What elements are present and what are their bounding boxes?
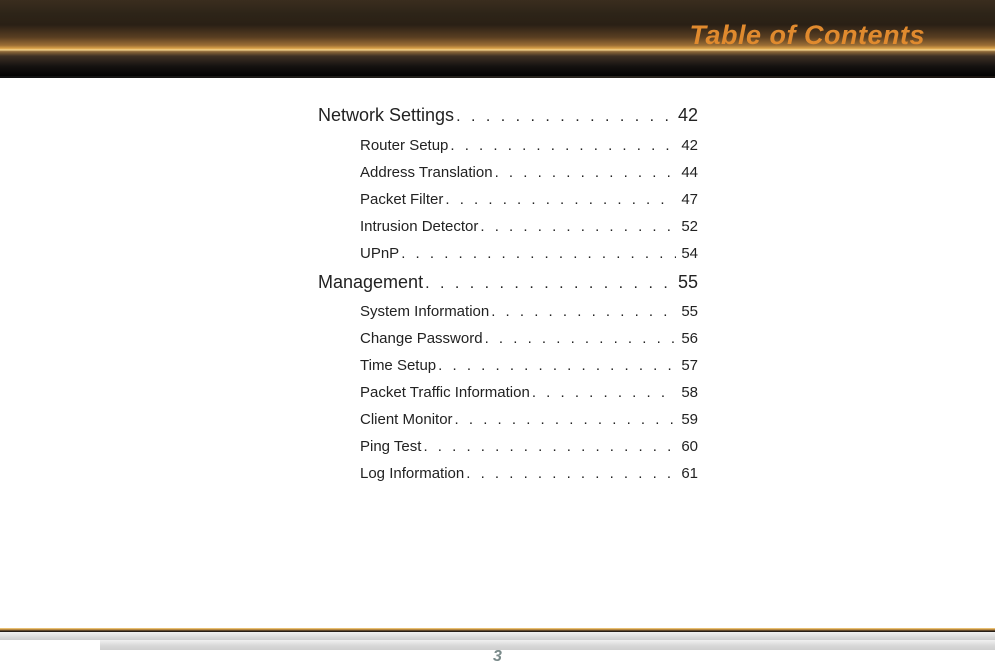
toc-leader: . . . . . . . . . . . . . . . . . . . . … [448,137,676,155]
toc-sub-page: 55 [676,303,698,321]
toc-leader: . . . . . . . . . . . . . . . . . . . . … [489,303,676,321]
toc-section-row: Network Settings . . . . . . . . . . . .… [318,105,698,127]
toc-sub-row: Change Password . . . . . . . . . . . . … [318,330,698,348]
toc-sub-row: Packet Filter . . . . . . . . . . . . . … [318,191,698,209]
toc-sub-title: Intrusion Detector [360,218,478,236]
toc-sub-page: 44 [676,164,698,182]
toc-sub-page: 56 [676,330,698,348]
page-title: Table of Contents [690,20,926,51]
toc-section-title: Network Settings [318,105,454,127]
toc-sub-page: 42 [676,137,698,155]
toc-sub-page: 54 [676,245,698,263]
header-band: Table of Contents [0,0,995,78]
toc-sub-title: Change Password [360,330,483,348]
toc-sub-title: Router Setup [360,137,448,155]
toc-sub-row: Log Information . . . . . . . . . . . . … [318,465,698,483]
toc-leader: . . . . . . . . . . . . . . . . . . . . … [454,107,676,126]
toc-container: Network Settings . . . . . . . . . . . .… [318,105,698,492]
toc-sub-row: Router Setup . . . . . . . . . . . . . .… [318,137,698,155]
toc-sub-title: Packet Filter [360,191,443,209]
toc-sub-row: System Information . . . . . . . . . . .… [318,303,698,321]
toc-section-row: Management . . . . . . . . . . . . . . .… [318,272,698,294]
header-underline [0,76,995,78]
toc-sub-title: Log Information [360,465,464,483]
toc-leader: . . . . . . . . . . . . . . . . . . . . … [443,191,676,209]
toc-leader: . . . . . . . . . . . . . . . . . . . . … [478,218,676,236]
toc-sub-title: Client Monitor [360,411,453,429]
toc-sub-title: Packet Traffic Information [360,384,530,402]
toc-sub-row: Packet Traffic Information . . . . . . .… [318,384,698,402]
toc-leader: . . . . . . . . . . . . . . . . . . . . … [483,330,676,348]
toc-sub-row: UPnP . . . . . . . . . . . . . . . . . .… [318,245,698,263]
toc-section-page: 55 [676,272,698,294]
toc-sub-row: Time Setup . . . . . . . . . . . . . . .… [318,357,698,375]
toc-sub-row: Intrusion Detector . . . . . . . . . . .… [318,218,698,236]
toc-leader: . . . . . . . . . . . . . . . . . . . . … [421,438,676,456]
toc-sub-title: UPnP [360,245,399,263]
toc-sub-title: Ping Test [360,438,421,456]
toc-leader: . . . . . . . . . . . . . . . . . . . . … [399,245,676,263]
toc-sub-title: Time Setup [360,357,436,375]
footer-rule [0,628,995,640]
toc-section-page: 42 [676,105,698,127]
toc-sub-page: 59 [676,411,698,429]
toc-sub-page: 52 [676,218,698,236]
toc-sub-page: 57 [676,357,698,375]
toc-leader: . . . . . . . . . . . . . . . . . . . . … [436,357,676,375]
toc-leader: . . . . . . . . . . . . . . . . . . . . … [464,465,676,483]
toc-leader: . . . . . . . . . . . . . . . . . . . . … [423,274,676,293]
toc-sub-title: Address Translation [360,164,493,182]
toc-leader: . . . . . . . . . . . . . . . . . . . . … [453,411,676,429]
page-number: 3 [0,648,995,666]
toc-leader: . . . . . . . . . . . . . . . . . . . . … [493,164,676,182]
toc-sub-page: 60 [676,438,698,456]
toc-sub-title: System Information [360,303,489,321]
toc-sub-row: Ping Test . . . . . . . . . . . . . . . … [318,438,698,456]
toc-sub-row: Client Monitor . . . . . . . . . . . . .… [318,411,698,429]
toc-sub-row: Address Translation . . . . . . . . . . … [318,164,698,182]
toc-sub-page: 58 [676,384,698,402]
toc-section-title: Management [318,272,423,294]
toc-sub-page: 61 [676,465,698,483]
toc-leader: . . . . . . . . . . . . . . . . . . . . … [530,384,676,402]
toc-sub-page: 47 [676,191,698,209]
footer: 3 [0,632,995,670]
